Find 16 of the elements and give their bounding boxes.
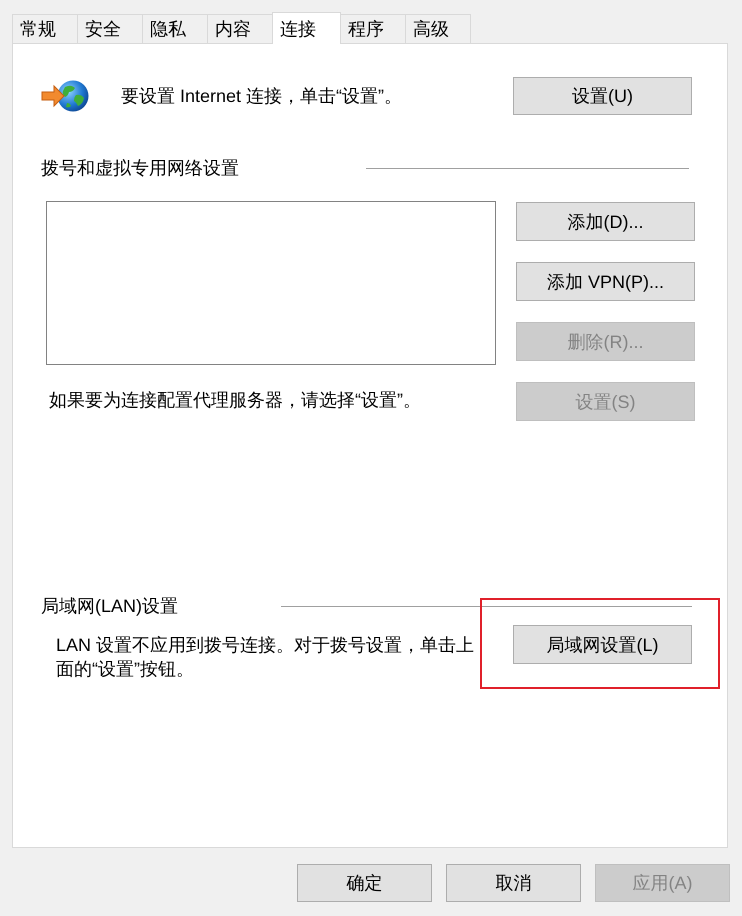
cancel-button[interactable]: 取消 bbox=[446, 864, 581, 902]
tab[interactable]: 常规 bbox=[12, 14, 78, 43]
ok-button[interactable]: 确定 bbox=[297, 864, 432, 902]
lan-settings-button[interactable]: 局域网设置(L) bbox=[513, 625, 692, 664]
group-title: 局域网(LAN)设置 bbox=[41, 595, 178, 618]
tab[interactable]: 高级 bbox=[405, 14, 471, 43]
add-vpn-button[interactable]: 添加 VPN(P)... bbox=[516, 262, 695, 301]
globe-with-arrow-icon bbox=[41, 79, 89, 113]
tab[interactable]: 连接 bbox=[272, 12, 341, 44]
add-button[interactable]: 添加(D)... bbox=[516, 202, 695, 241]
proxy-note-text: 如果要为连接配置代理服务器，请选择“设置”。 bbox=[49, 389, 422, 412]
internet-setup-text: 要设置 Internet 连接，单击“设置”。 bbox=[121, 85, 402, 108]
lan-note-text: LAN 设置不应用到拨号连接。对于拨号设置，单击上面的“设置”按钮。 bbox=[56, 634, 476, 681]
group-title: 拨号和虚拟专用网络设置 bbox=[41, 157, 239, 180]
setup-button[interactable]: 设置(U) bbox=[513, 77, 692, 115]
connection-list[interactable] bbox=[46, 201, 496, 365]
